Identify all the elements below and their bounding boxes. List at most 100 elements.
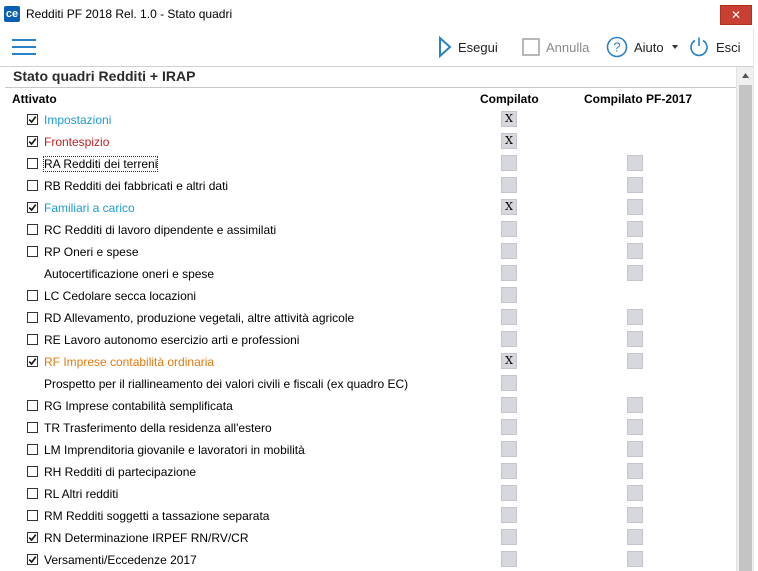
cancel-box-icon xyxy=(522,38,540,56)
quadro-row: Versamenti/Eccedenze 2017 xyxy=(5,549,736,571)
quadro-row: Familiari a carico X xyxy=(5,197,736,219)
quadro-label[interactable]: Impostazioni xyxy=(44,113,111,127)
column-header-activated: Attivato xyxy=(12,92,57,106)
activated-checkbox[interactable] xyxy=(27,290,38,301)
quadro-row: Prospetto per il riallineamento dei valo… xyxy=(5,373,736,395)
compiled-indicator xyxy=(501,419,517,435)
window-title: Redditi PF 2018 Rel. 1.0 - Stato quadri xyxy=(26,7,233,21)
quadro-label[interactable]: RP Oneri e spese xyxy=(44,245,139,259)
help-button[interactable]: ? Aiuto xyxy=(606,36,682,58)
section-title: Stato quadri Redditi + IRAP xyxy=(13,68,196,84)
quadro-label[interactable]: LM Imprenditoria giovanile e lavoratori … xyxy=(44,443,305,457)
activated-checkbox[interactable] xyxy=(27,224,38,235)
activated-checkbox[interactable] xyxy=(27,114,38,125)
quadro-label[interactable]: Frontespizio xyxy=(44,135,109,149)
play-icon xyxy=(439,36,452,58)
quadro-row: RL Altri redditi xyxy=(5,483,736,505)
quadro-label[interactable]: RM Redditi soggetti a tassazione separat… xyxy=(44,509,269,523)
run-label: Esegui xyxy=(458,39,498,55)
compiled-pf2017-indicator xyxy=(627,265,643,281)
toolbar: Esegui Annulla ? Aiuto Esci xyxy=(0,28,758,67)
scrollbar-thumb[interactable] xyxy=(739,85,752,571)
quadro-row: RN Determinazione IRPEF RN/RV/CR xyxy=(5,527,736,549)
compiled-indicator: X xyxy=(501,199,517,215)
compiled-pf2017-indicator xyxy=(627,551,643,567)
compiled-pf2017-indicator xyxy=(627,353,643,369)
compiled-pf2017-indicator xyxy=(627,463,643,479)
compiled-indicator xyxy=(501,155,517,171)
quadro-row: RP Oneri e spese xyxy=(5,241,736,263)
compiled-indicator xyxy=(501,551,517,567)
compiled-pf2017-indicator xyxy=(627,199,643,215)
hamburger-menu-icon[interactable] xyxy=(12,39,36,55)
compiled-indicator xyxy=(501,331,517,347)
activated-checkbox[interactable] xyxy=(27,532,38,543)
quadro-label[interactable]: LC Cedolare secca locazioni xyxy=(44,289,196,303)
quadro-row: RF Imprese contabilità ordinaria X xyxy=(5,351,736,373)
quadro-label[interactable]: RD Allevamento, produzione vegetali, alt… xyxy=(44,311,354,325)
activated-checkbox[interactable] xyxy=(27,444,38,455)
quadro-label[interactable]: RA Redditi dei terreni xyxy=(42,156,159,172)
quadro-label[interactable]: RG Imprese contabilità semplificata xyxy=(44,399,233,413)
quadro-label[interactable]: Versamenti/Eccedenze 2017 xyxy=(44,553,197,567)
quadri-panel: Stato quadri Redditi + IRAP Attivato Com… xyxy=(5,67,736,571)
compiled-indicator xyxy=(501,221,517,237)
activated-checkbox[interactable] xyxy=(27,400,38,411)
quadro-row: Frontespizio X xyxy=(5,131,736,153)
compiled-indicator: X xyxy=(501,133,517,149)
activated-checkbox[interactable] xyxy=(27,466,38,477)
cancel-button[interactable]: Annulla xyxy=(522,36,589,58)
quadro-row: RM Redditi soggetti a tassazione separat… xyxy=(5,505,736,527)
quadro-row: RC Redditi di lavoro dipendente e assimi… xyxy=(5,219,736,241)
activated-checkbox[interactable] xyxy=(27,202,38,213)
quadro-row: RE Lavoro autonomo esercizio arti e prof… xyxy=(5,329,736,351)
compiled-pf2017-indicator xyxy=(627,243,643,259)
activated-checkbox[interactable] xyxy=(27,180,38,191)
compiled-pf2017-indicator xyxy=(627,419,643,435)
title-bar: ce Redditi PF 2018 Rel. 1.0 - Stato quad… xyxy=(0,0,758,29)
compiled-indicator xyxy=(501,507,517,523)
activated-checkbox[interactable] xyxy=(27,554,38,565)
scroll-up-arrow-icon[interactable] xyxy=(737,67,754,84)
compiled-pf2017-indicator xyxy=(627,397,643,413)
quadro-label[interactable]: Familiari a carico xyxy=(44,201,135,215)
vertical-scrollbar[interactable] xyxy=(736,67,754,571)
quadro-label[interactable]: RH Redditi di partecipazione xyxy=(44,465,196,479)
compiled-indicator xyxy=(501,485,517,501)
quadro-label[interactable]: RC Redditi di lavoro dipendente e assimi… xyxy=(44,223,276,237)
help-label: Aiuto xyxy=(634,39,664,55)
quadro-row: RB Redditi dei fabbricati e altri dati xyxy=(5,175,736,197)
quadro-label[interactable]: RB Redditi dei fabbricati e altri dati xyxy=(44,179,228,193)
activated-checkbox[interactable] xyxy=(27,510,38,521)
quadro-row: Autocertificazione oneri e spese xyxy=(5,263,736,285)
compiled-pf2017-indicator xyxy=(627,485,643,501)
quadro-label[interactable]: RE Lavoro autonomo esercizio arti e prof… xyxy=(44,333,299,347)
window-close-button[interactable]: ✕ xyxy=(720,5,752,25)
activated-checkbox[interactable] xyxy=(27,334,38,345)
quadro-row: RD Allevamento, produzione vegetali, alt… xyxy=(5,307,736,329)
compiled-indicator xyxy=(501,397,517,413)
activated-checkbox[interactable] xyxy=(27,158,38,169)
section-divider xyxy=(5,87,736,88)
run-button[interactable]: Esegui xyxy=(438,36,498,58)
window-right-border xyxy=(753,28,758,571)
compiled-indicator: X xyxy=(501,353,517,369)
activated-checkbox[interactable] xyxy=(27,356,38,367)
activated-checkbox[interactable] xyxy=(27,312,38,323)
compiled-indicator xyxy=(501,375,517,391)
quadro-label[interactable]: TR Trasferimento della residenza all'est… xyxy=(44,421,272,435)
exit-button[interactable]: Esci xyxy=(688,36,741,58)
quadro-label[interactable]: RL Altri redditi xyxy=(44,487,118,501)
activated-checkbox[interactable] xyxy=(27,488,38,499)
compiled-indicator xyxy=(501,441,517,457)
compiled-pf2017-indicator xyxy=(627,177,643,193)
quadro-label[interactable]: RF Imprese contabilità ordinaria xyxy=(44,355,214,369)
activated-checkbox[interactable] xyxy=(27,422,38,433)
activated-checkbox[interactable] xyxy=(27,246,38,257)
quadro-label[interactable]: RN Determinazione IRPEF RN/RV/CR xyxy=(44,531,249,545)
chevron-down-icon[interactable] xyxy=(670,42,682,52)
activated-checkbox[interactable] xyxy=(27,136,38,147)
compiled-indicator xyxy=(501,265,517,281)
quadro-row: LC Cedolare secca locazioni xyxy=(5,285,736,307)
quadro-row: RA Redditi dei terreni xyxy=(5,153,736,175)
